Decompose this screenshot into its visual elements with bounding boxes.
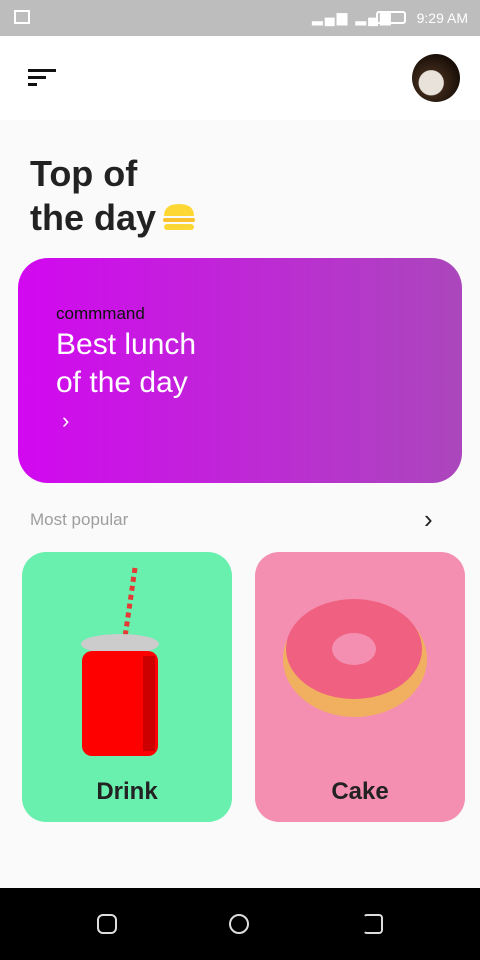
chevron-right-icon[interactable]: › bbox=[424, 504, 433, 535]
status-time: 9:29 AM bbox=[416, 10, 468, 26]
donut-icon bbox=[283, 599, 427, 717]
hero-title: Best lunch of the day bbox=[56, 328, 197, 399]
home-button[interactable] bbox=[229, 914, 249, 934]
chevron-right-icon[interactable]: › bbox=[62, 408, 69, 434]
page-title: Top of the day bbox=[30, 152, 196, 240]
card-cake[interactable]: Cake bbox=[255, 552, 465, 822]
title-line-2: the day bbox=[30, 197, 157, 238]
recent-apps-button[interactable] bbox=[97, 914, 117, 934]
burger-icon bbox=[163, 204, 196, 230]
card-label: Cake bbox=[331, 778, 389, 805]
app-bar bbox=[0, 36, 480, 120]
avatar[interactable] bbox=[412, 54, 460, 102]
hero-subtitle: commmand bbox=[56, 304, 145, 323]
menu-icon[interactable] bbox=[28, 69, 56, 89]
back-button[interactable] bbox=[363, 914, 383, 934]
section-label: Most popular bbox=[30, 510, 129, 529]
status-bar: ▂▄▆ ▂▄▆ 9:29 AM bbox=[0, 0, 480, 36]
system-nav-bar bbox=[0, 888, 480, 960]
title-line-1: Top of bbox=[30, 153, 138, 194]
soda-can-icon bbox=[81, 567, 159, 756]
card-label: Drink bbox=[96, 778, 158, 805]
battery-icon bbox=[376, 11, 406, 24]
cast-icon bbox=[14, 10, 30, 24]
hero-card[interactable]: commmand Best lunch of the day › bbox=[18, 258, 462, 483]
card-drink[interactable]: Drink bbox=[22, 552, 232, 822]
